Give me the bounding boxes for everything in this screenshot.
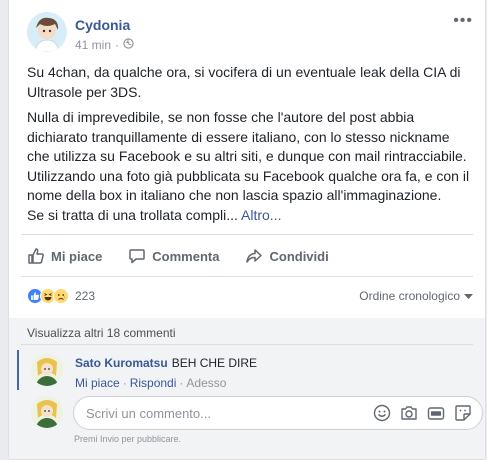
sad-icon (53, 288, 69, 304)
comment-input-tools (373, 404, 472, 422)
share-button[interactable]: Condividi (245, 247, 329, 265)
commenter-avatar[interactable] (31, 354, 63, 386)
post-time[interactable]: 41 min (75, 38, 111, 52)
reactions-summary[interactable]: 223 (27, 288, 95, 304)
divider (21, 234, 473, 235)
sticker-icon[interactable] (454, 404, 472, 422)
share-label: Condividi (269, 248, 329, 264)
comment-button[interactable]: Commenta (128, 247, 219, 265)
comment-input-box[interactable] (73, 396, 483, 430)
author-avatar[interactable] (27, 12, 67, 52)
thumb-up-icon (27, 247, 45, 265)
comment-order-dropdown[interactable]: Ordine cronologico (359, 289, 473, 303)
like-button[interactable]: Mi piace (27, 247, 102, 265)
submit-hint: Premi Invio per pubblicare. (74, 434, 182, 444)
see-more-link[interactable]: Altro... (241, 207, 281, 223)
comment-body: Sato Kuromatsu BEH CHE DIRE (75, 356, 257, 370)
post-paragraph: Nulla di imprevedibile, se non fosse che… (27, 109, 470, 203)
reaction-count[interactable]: 223 (75, 289, 95, 303)
commenter-name[interactable]: Sato Kuromatsu (75, 356, 168, 370)
post-meta: 41 min · (75, 38, 134, 52)
like-label: Mi piace (51, 248, 103, 264)
share-icon (245, 247, 263, 265)
comment-time[interactable]: Adesso (186, 376, 226, 390)
order-label: Ordine cronologico (359, 289, 460, 303)
separator: · (122, 376, 127, 390)
chevron-down-icon (464, 289, 473, 303)
post-card: Cydonia 41 min · ••• Su 4chan, da qualch… (8, 0, 486, 460)
more-options-icon[interactable]: ••• (453, 12, 473, 30)
separator: · (179, 376, 184, 390)
comment-icon (128, 247, 146, 265)
view-more-comments-link[interactable]: Visualizza altri 18 commenti (27, 326, 176, 340)
action-bar: Mi piace Commenta Condividi (27, 244, 355, 268)
new-comment-indicator (17, 350, 19, 390)
privacy-icon (123, 38, 134, 52)
author-name[interactable]: Cydonia (75, 17, 130, 33)
gif-icon[interactable] (427, 404, 445, 422)
post-paragraph: Se si tratta di una trollata compli... (27, 206, 238, 223)
divider (21, 344, 473, 345)
comment-actions: Mi piace · Rispondi · Adesso (75, 376, 226, 390)
comment-input[interactable] (86, 405, 366, 421)
comment-label: Commenta (152, 248, 220, 264)
current-user-avatar (31, 396, 63, 428)
post-paragraph-truncated: Se si tratta di una trollata compli... A… (27, 206, 471, 226)
emoji-icon[interactable] (373, 404, 391, 422)
comment-reply-link[interactable]: Rispondi (130, 376, 177, 390)
post-paragraph: Su 4chan, da qualche ora, si vocifera di… (27, 64, 461, 100)
post-text: Su 4chan, da qualche ora, si vocifera di… (27, 63, 471, 225)
camera-icon[interactable] (400, 404, 418, 422)
meta-separator: · (115, 38, 120, 52)
divider (21, 276, 473, 277)
comment-like-link[interactable]: Mi piace (75, 376, 120, 390)
comment-text: BEH CHE DIRE (171, 356, 258, 370)
